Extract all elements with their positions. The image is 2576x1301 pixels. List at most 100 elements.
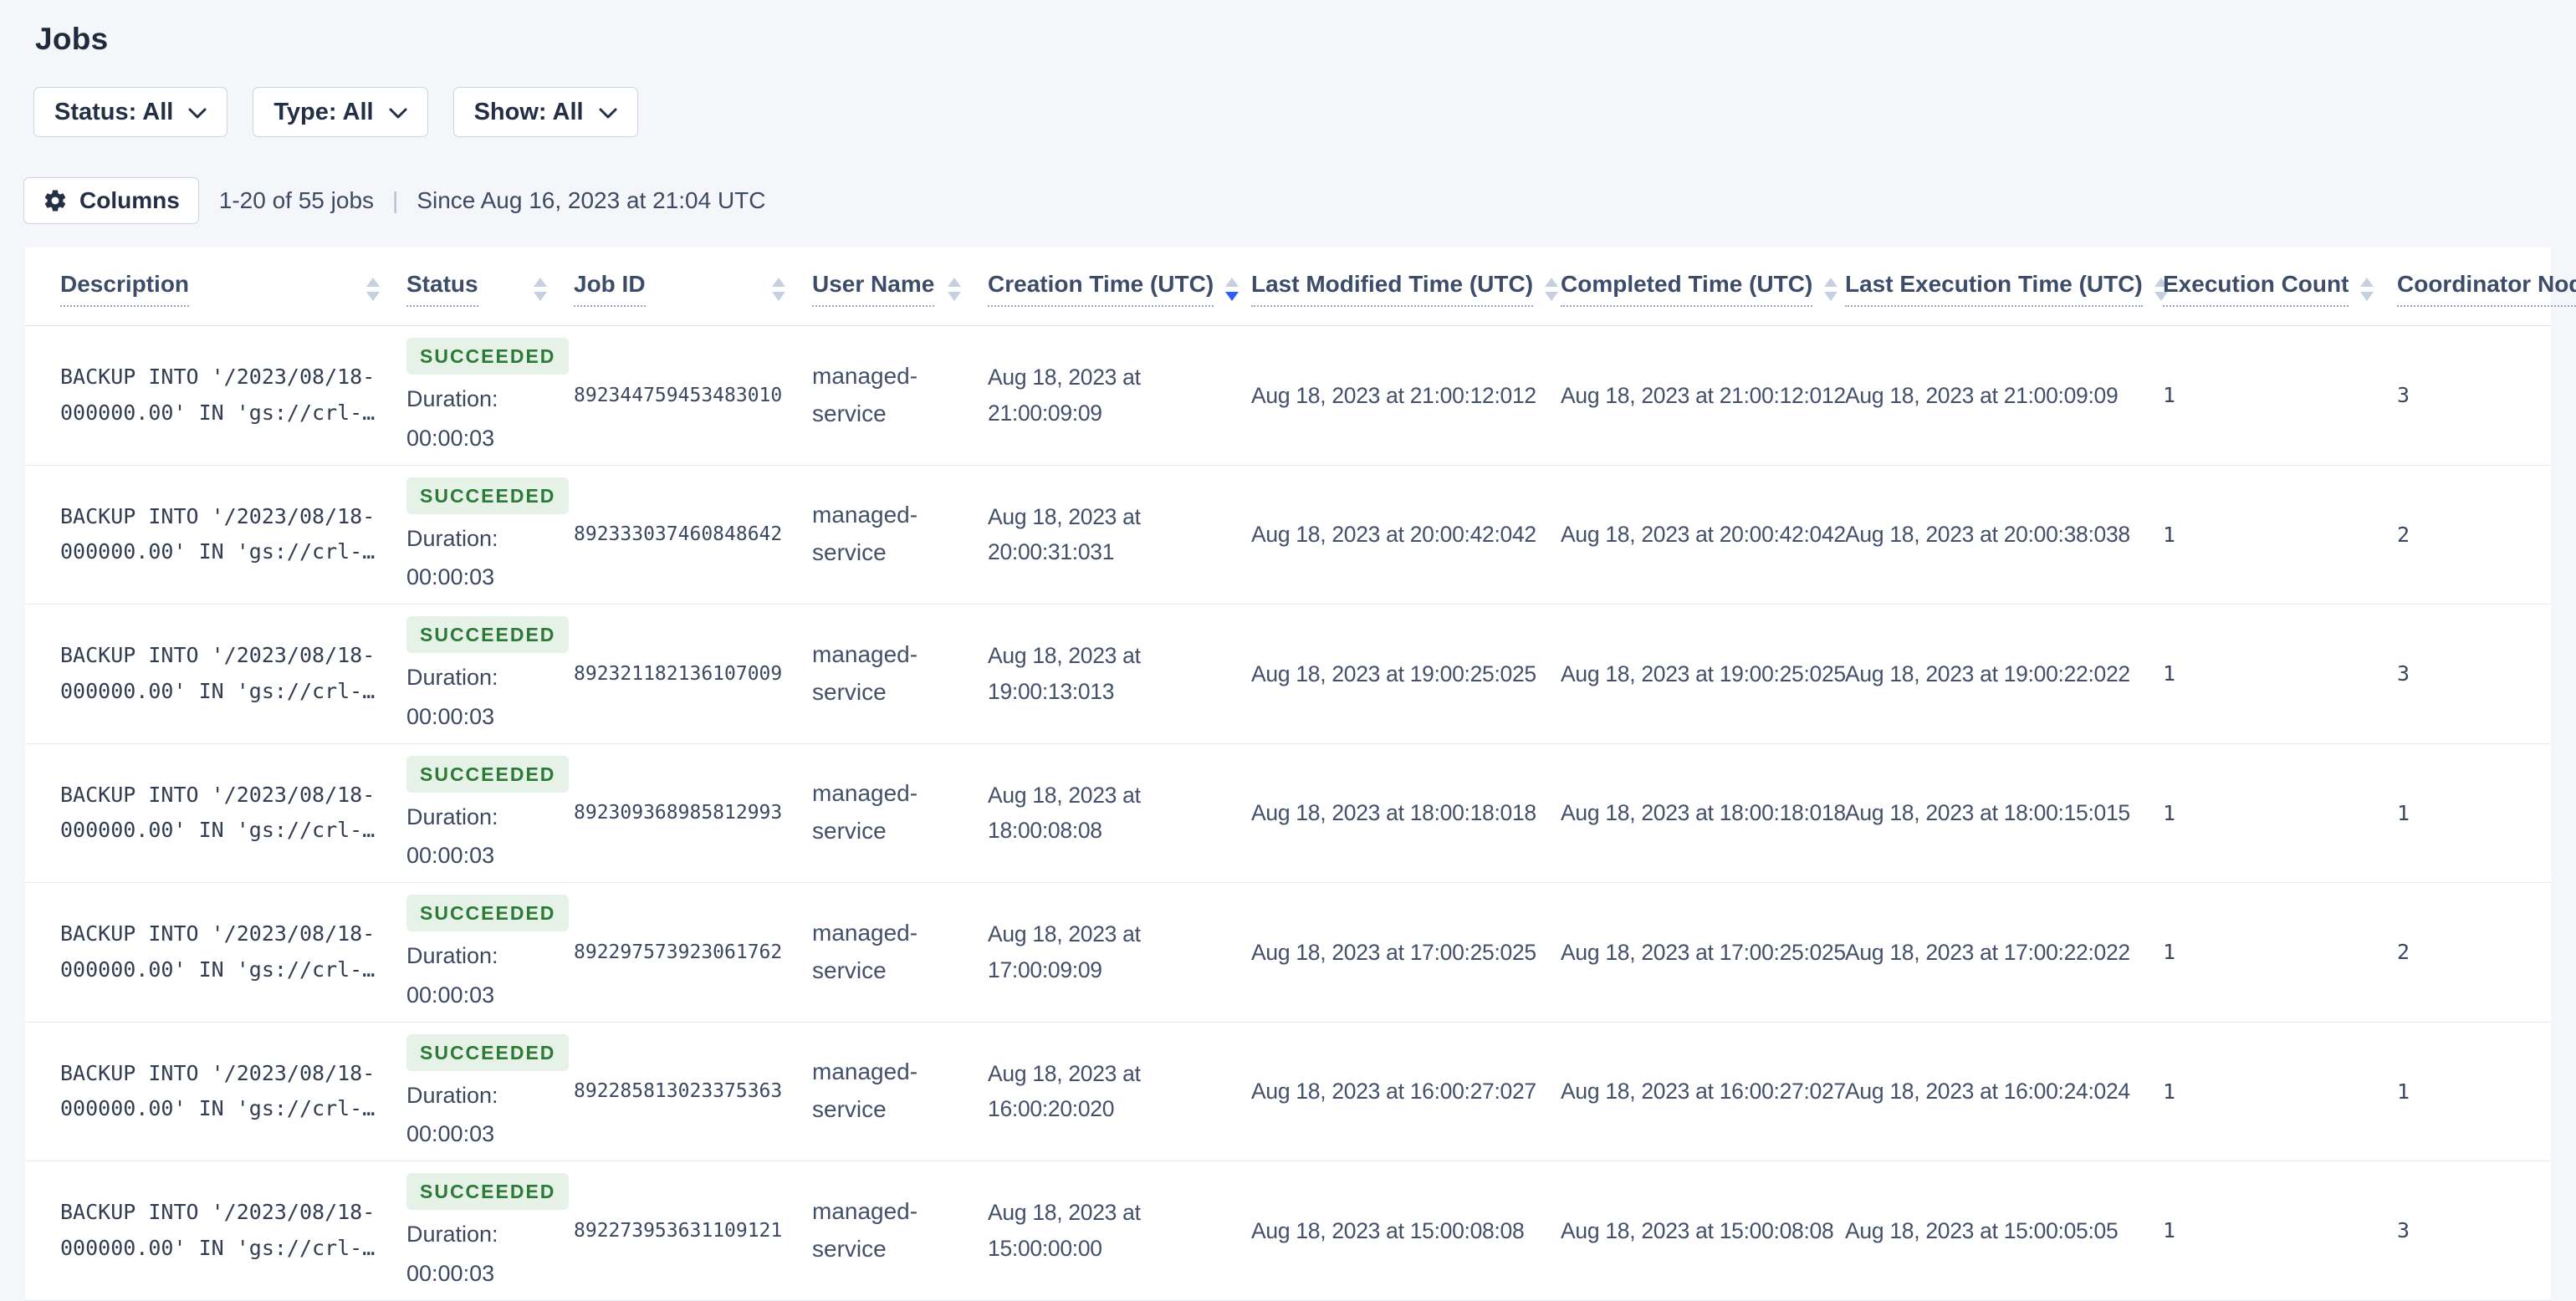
job-status-cell: SUCCEEDED Duration: 00:00:03 — [393, 605, 570, 744]
job-id-cell: 892309368985812993 — [574, 802, 783, 824]
column-header-completed_time[interactable]: Completed Time (UTC) — [1547, 247, 1838, 326]
completed-time-cell: Aug 18, 2023 at 19:00:25:025 — [1561, 661, 1846, 686]
job-description-line2: 000000.00' IN 'gs://crl-… — [60, 1235, 376, 1260]
column-header-user_name[interactable]: User Name — [799, 247, 974, 326]
sort-icon[interactable] — [760, 277, 785, 301]
user-name-cell: managed-service — [812, 780, 918, 844]
columns-button[interactable]: Columns — [23, 177, 199, 224]
coordinator-node-cell: 3 — [2397, 1218, 2410, 1243]
table-row[interactable]: BACKUP INTO '/2023/08/18- 000000.00' IN … — [25, 743, 2551, 883]
since-timestamp: Since Aug 16, 2023 at 21:04 UTC — [417, 187, 766, 213]
job-id-cell: 892321182136107009 — [574, 662, 783, 685]
table-row[interactable]: BACKUP INTO '/2023/08/18- 000000.00' IN … — [25, 1022, 2551, 1161]
sort-asc-icon — [1225, 277, 1239, 287]
column-header-job_id[interactable]: Job ID — [560, 247, 799, 326]
job-description-cell[interactable]: BACKUP INTO '/2023/08/18- 000000.00' IN … — [25, 743, 393, 883]
column-header-label: Last Modified Time (UTC) — [1251, 271, 1534, 307]
duration-value: 00:00:03 — [406, 1260, 495, 1286]
job-description-cell[interactable]: BACKUP INTO '/2023/08/18- 000000.00' IN … — [25, 326, 393, 466]
sort-asc-icon — [772, 277, 785, 287]
job-description-line2: 000000.00' IN 'gs://crl-… — [60, 818, 376, 843]
status-badge: SUCCEEDED — [406, 477, 570, 514]
status-filter-dropdown[interactable]: Status: All — [33, 87, 228, 137]
sort-icon[interactable] — [522, 277, 547, 301]
last-execution-time-cell: Aug 18, 2023 at 21:00:09:09 — [1845, 382, 2119, 408]
user-name-cell: managed-service — [812, 362, 918, 426]
jobs-table-card: Description Status Job ID User Name Crea… — [25, 247, 2576, 1301]
sort-asc-icon — [534, 277, 547, 287]
duration-value: 00:00:03 — [406, 843, 495, 869]
execution-count-cell: 1 — [2163, 383, 2176, 408]
user-name-cell: managed-service — [812, 1197, 918, 1262]
column-header-label: Job ID — [574, 271, 646, 307]
duration-value: 00:00:03 — [406, 1121, 495, 1147]
column-header-last_execution_time[interactable]: Last Execution Time (UTC) — [1832, 247, 2168, 326]
sort-icon[interactable] — [355, 277, 380, 301]
status-badge: SUCCEEDED — [406, 616, 570, 653]
job-id-cell: 892344759453483010 — [574, 384, 783, 406]
duration-value: 00:00:03 — [406, 703, 495, 729]
sort-icon[interactable] — [1214, 277, 1239, 301]
completed-time-cell: Aug 18, 2023 at 17:00:25:025 — [1561, 939, 1846, 965]
sort-asc-icon — [366, 277, 380, 287]
show-filter-dropdown[interactable]: Show: All — [452, 87, 638, 137]
separator: | — [392, 187, 399, 213]
last-execution-time-cell: Aug 18, 2023 at 16:00:24:024 — [1845, 1079, 2130, 1105]
sort-desc-icon — [1225, 291, 1239, 301]
completed-time-cell: Aug 18, 2023 at 21:00:12:012 — [1561, 382, 1846, 408]
job-status-cell: SUCCEEDED Duration: 00:00:03 — [393, 326, 570, 466]
sort-icon[interactable] — [2349, 277, 2374, 301]
job-description-cell[interactable]: BACKUP INTO '/2023/08/18- 000000.00' IN … — [25, 605, 393, 744]
job-description-cell[interactable]: BACKUP INTO '/2023/08/18- 000000.00' IN … — [25, 883, 393, 1023]
execution-count-cell: 1 — [2163, 1079, 2176, 1104]
sort-desc-icon — [534, 291, 547, 301]
column-header-description[interactable]: Description — [25, 247, 393, 326]
job-description-line1: BACKUP INTO '/2023/08/18- — [60, 1200, 376, 1225]
coordinator-node-cell: 1 — [2397, 1079, 2410, 1104]
status-badge: SUCCEEDED — [406, 755, 570, 793]
column-header-label: Last Execution Time (UTC) — [1845, 271, 2143, 307]
creation-time-cell: Aug 18, 2023 at 21:00:09:09 — [988, 365, 1141, 426]
user-name-cell: managed-service — [812, 640, 918, 705]
status-badge: SUCCEEDED — [406, 338, 570, 375]
sort-asc-icon — [1545, 277, 1559, 287]
type-filter-label: Type: All — [273, 98, 374, 125]
sort-desc-icon — [1545, 291, 1559, 301]
column-header-label: Coordinator Node — [2397, 271, 2576, 307]
show-filter-label: Show: All — [473, 98, 584, 125]
duration-label: Duration: — [406, 804, 498, 829]
table-row[interactable]: BACKUP INTO '/2023/08/18- 000000.00' IN … — [25, 883, 2551, 1023]
table-row[interactable]: BACKUP INTO '/2023/08/18- 000000.00' IN … — [25, 1161, 2551, 1301]
sort-icon[interactable] — [936, 277, 961, 301]
job-description-line2: 000000.00' IN 'gs://crl-… — [60, 539, 376, 564]
sort-icon[interactable] — [1533, 277, 1559, 301]
creation-time-cell: Aug 18, 2023 at 15:00:00:00 — [988, 1200, 1141, 1261]
last-execution-time-cell: Aug 18, 2023 at 20:00:38:038 — [1845, 522, 2130, 548]
table-row[interactable]: BACKUP INTO '/2023/08/18- 000000.00' IN … — [25, 465, 2551, 605]
job-description-line1: BACKUP INTO '/2023/08/18- — [60, 782, 376, 807]
type-filter-dropdown[interactable]: Type: All — [253, 87, 428, 137]
table-toolbar: Columns 1-20 of 55 jobs | Since Aug 16, … — [23, 177, 2576, 224]
column-header-coordinator_node[interactable]: Coordinator Node — [2384, 247, 2576, 326]
job-description-cell[interactable]: BACKUP INTO '/2023/08/18- 000000.00' IN … — [25, 1161, 393, 1301]
job-id-cell: 892297573923061762 — [574, 941, 783, 963]
creation-time-cell: Aug 18, 2023 at 17:00:09:09 — [988, 921, 1141, 982]
table-row[interactable]: BACKUP INTO '/2023/08/18- 000000.00' IN … — [25, 326, 2551, 466]
column-header-status[interactable]: Status — [393, 247, 560, 326]
results-count: 1-20 of 55 jobs — [218, 187, 375, 213]
chevron-down-icon — [389, 108, 407, 120]
sort-asc-icon — [1824, 277, 1838, 287]
table-row[interactable]: BACKUP INTO '/2023/08/18- 000000.00' IN … — [25, 605, 2551, 744]
job-id-cell: 892333037460848642 — [574, 523, 783, 546]
duration-value: 00:00:03 — [406, 982, 495, 1008]
last-execution-time-cell: Aug 18, 2023 at 19:00:22:022 — [1845, 661, 2130, 686]
column-header-last_modified_time[interactable]: Last Modified Time (UTC) — [1238, 247, 1559, 326]
sort-icon[interactable] — [1812, 277, 1838, 301]
column-header-execution_count[interactable]: Execution Count — [2149, 247, 2384, 326]
user-name-cell: managed-service — [812, 919, 918, 983]
job-description-cell[interactable]: BACKUP INTO '/2023/08/18- 000000.00' IN … — [25, 465, 393, 605]
last-modified-time-cell: Aug 18, 2023 at 19:00:25:025 — [1251, 661, 1536, 686]
creation-time-cell: Aug 18, 2023 at 19:00:13:013 — [988, 643, 1141, 704]
column-header-creation_time[interactable]: Creation Time (UTC) — [974, 247, 1239, 326]
job-description-cell[interactable]: BACKUP INTO '/2023/08/18- 000000.00' IN … — [25, 1022, 393, 1161]
